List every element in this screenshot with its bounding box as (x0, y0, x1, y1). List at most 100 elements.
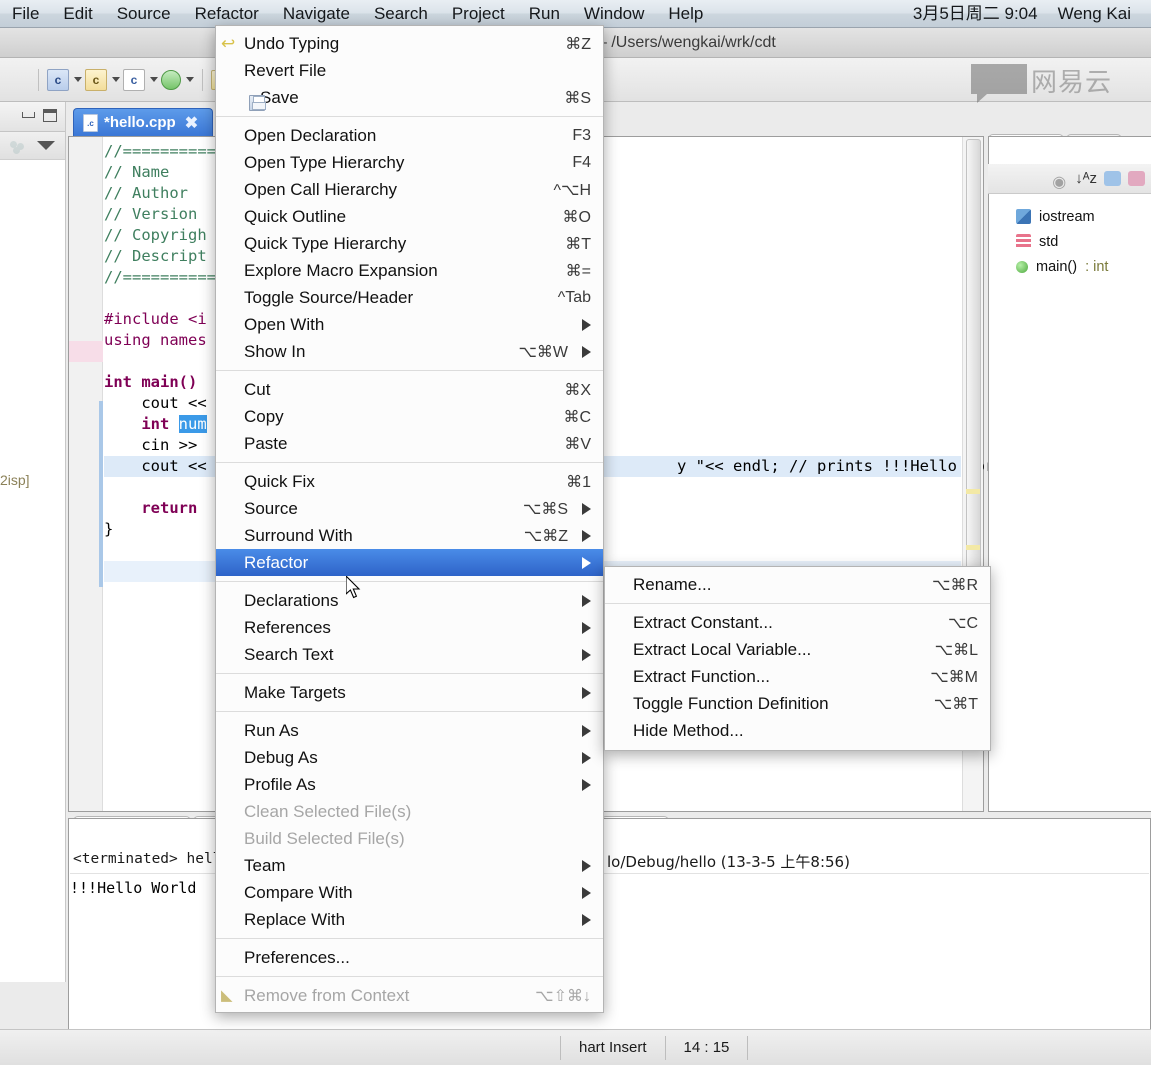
menu-item-search[interactable]: Search (362, 0, 440, 27)
menu-item-quick-fix[interactable]: Quick Fix ⌘1 (216, 468, 603, 495)
menu-item-label: Extract Function... (633, 667, 770, 687)
view-menu-icon[interactable] (37, 141, 55, 150)
menubar-clock[interactable]: 3月5日周二 9:04 (903, 0, 1048, 27)
submenu-item-toggle-function-definition[interactable]: Toggle Function Definition ⌥⌘T (605, 690, 990, 717)
menu-item-refactor[interactable]: Refactor (216, 549, 603, 576)
editor-tab-label: *hello.cpp (104, 114, 176, 131)
menu-item-undo-typing[interactable]: ↩ Undo Typing ⌘Z (216, 30, 603, 57)
menu-separator (605, 603, 990, 604)
menu-item-source[interactable]: Source (105, 0, 183, 27)
menu-item-label: Toggle Source/Header (244, 288, 413, 308)
maximize-icon[interactable] (43, 109, 57, 122)
menu-item-quick-type-hierarchy[interactable]: Quick Type Hierarchy ⌘T (216, 230, 603, 257)
minimize-icon[interactable] (22, 112, 35, 118)
menu-item-run[interactable]: Run (517, 0, 572, 27)
menu-item-accelerator: ⌥⌘M (906, 667, 978, 687)
menu-item-references[interactable]: References (216, 614, 603, 641)
menu-item-preferences[interactable]: Preferences... (216, 944, 603, 971)
menu-item-label: Build Selected File(s) (244, 829, 405, 849)
menu-item-toggle-source-header[interactable]: Toggle Source/Header ^Tab (216, 284, 603, 311)
menu-item-project[interactable]: Project (440, 0, 517, 27)
menu-item-replace-with[interactable]: Replace With (216, 906, 603, 933)
menu-item-accelerator: F4 (548, 154, 591, 172)
toolbar-partial-icon[interactable] (4, 67, 30, 93)
editor-tab-hello-cpp[interactable]: .c *hello.cpp ✖ (73, 108, 213, 136)
menu-item-copy[interactable]: Copy ⌘C (216, 403, 603, 430)
statusbar-insert-mode[interactable]: hart Insert (561, 1035, 665, 1061)
context-icon: ◣ (221, 987, 239, 1005)
outline-item-main[interactable]: main() : int (1016, 254, 1151, 279)
menu-item-accelerator: ⌥⇧⌘↓ (511, 986, 591, 1006)
menu-item-refactor[interactable]: Refactor (183, 0, 271, 27)
menu-item-debug-as[interactable]: Debug As (216, 744, 603, 771)
menu-item-explore-macro-expansion[interactable]: Explore Macro Expansion ⌘= (216, 257, 603, 284)
left-view-panel: 2isp] (0, 102, 66, 982)
hide-fields-icon[interactable] (1104, 171, 1121, 186)
menu-item-open-declaration[interactable]: Open Declaration F3 (216, 122, 603, 149)
chevron-down-icon[interactable] (74, 77, 82, 82)
refactor-submenu[interactable]: Rename... ⌥⌘R Extract Constant... ⌥C Ext… (604, 566, 991, 751)
menu-item-paste[interactable]: Paste ⌘V (216, 430, 603, 457)
menu-item-compare-with[interactable]: Compare With (216, 879, 603, 906)
sort-az-icon[interactable]: ↓ᴬz (1075, 170, 1097, 187)
menu-item-surround-with[interactable]: Surround With ⌥⌘Z (216, 522, 603, 549)
menu-item-revert-file[interactable]: Revert File (216, 57, 603, 84)
submenu-item-rename[interactable]: Rename... ⌥⌘R (605, 571, 990, 598)
menu-item-declarations[interactable]: Declarations (216, 587, 603, 614)
include-icon (1016, 209, 1031, 224)
menu-item-file[interactable]: File (0, 0, 51, 27)
submenu-item-extract-function[interactable]: Extract Function... ⌥⌘M (605, 663, 990, 690)
save-icon (249, 95, 265, 111)
menu-item-label: Debug As (244, 748, 318, 768)
menu-item-navigate[interactable]: Navigate (271, 0, 362, 27)
menu-item-run-as[interactable]: Run As (216, 717, 603, 744)
editor-context-menu[interactable]: ↩ Undo Typing ⌘Z Revert File Save ⌘S Ope… (215, 25, 604, 1013)
focus-icon[interactable]: ◉ (1052, 172, 1068, 186)
menu-item-save[interactable]: Save ⌘S (216, 84, 603, 111)
chevron-down-icon[interactable] (112, 77, 120, 82)
new-c-project-icon[interactable]: c (47, 69, 69, 91)
menubar-username[interactable]: Weng Kai (1048, 0, 1141, 27)
menu-item-accelerator: ⌥⌘L (911, 640, 978, 660)
menu-item-profile-as[interactable]: Profile As (216, 771, 603, 798)
menu-item-open-call-hierarchy[interactable]: Open Call Hierarchy ^⌥H (216, 176, 603, 203)
menu-item-team[interactable]: Team (216, 852, 603, 879)
submenu-arrow-icon (582, 887, 591, 899)
menu-item-search-text[interactable]: Search Text (216, 641, 603, 668)
chevron-down-icon[interactable] (150, 77, 158, 82)
submenu-item-extract-local-variable[interactable]: Extract Local Variable... ⌥⌘L (605, 636, 990, 663)
submenu-item-hide-method[interactable]: Hide Method... (605, 717, 990, 744)
filter-icon[interactable] (10, 141, 26, 153)
menu-item-quick-outline[interactable]: Quick Outline ⌘O (216, 203, 603, 230)
menubar-status-area: 3月5日周二 9:04 Weng Kai (903, 0, 1151, 27)
menu-item-edit[interactable]: Edit (51, 0, 104, 27)
outline-item-label: main() (1036, 259, 1077, 275)
new-c-file-icon[interactable]: c (85, 69, 107, 91)
menu-item-help[interactable]: Help (656, 0, 715, 27)
outline-tree[interactable]: iostream std main() : int (988, 195, 1151, 295)
new-class-icon[interactable]: c (123, 69, 145, 91)
menu-item-open-type-hierarchy[interactable]: Open Type Hierarchy F4 (216, 149, 603, 176)
outline-item-std[interactable]: std (1016, 229, 1151, 254)
menu-item-open-with[interactable]: Open With (216, 311, 603, 338)
outline-item-iostream[interactable]: iostream (1016, 204, 1151, 229)
code-line-comment: // Descript (104, 247, 207, 265)
menu-item-make-targets[interactable]: Make Targets (216, 679, 603, 706)
chevron-down-icon[interactable] (186, 77, 194, 82)
menu-item-show-in[interactable]: Show In ⌥⌘W (216, 338, 603, 365)
editor-gutter[interactable] (69, 137, 103, 811)
gutter-change-marker (69, 341, 103, 362)
window-title: – /Users/wengkai/wrk/cdt (598, 34, 776, 52)
run-icon[interactable] (161, 70, 181, 90)
menu-item-accelerator: ⌘S (540, 88, 591, 108)
submenu-item-extract-constant[interactable]: Extract Constant... ⌥C (605, 609, 990, 636)
code-line-include: #include <i (104, 310, 207, 328)
c-source-file-icon: .c (83, 114, 98, 132)
close-icon[interactable]: ✖ (185, 113, 198, 133)
hide-static-icon[interactable] (1128, 171, 1145, 186)
statusbar-cursor-position[interactable]: 14 : 15 (666, 1035, 748, 1061)
menu-item-window[interactable]: Window (572, 0, 656, 27)
menu-item-cut[interactable]: Cut ⌘X (216, 376, 603, 403)
left-panel-header (0, 102, 65, 132)
menu-item-source[interactable]: Source ⌥⌘S (216, 495, 603, 522)
